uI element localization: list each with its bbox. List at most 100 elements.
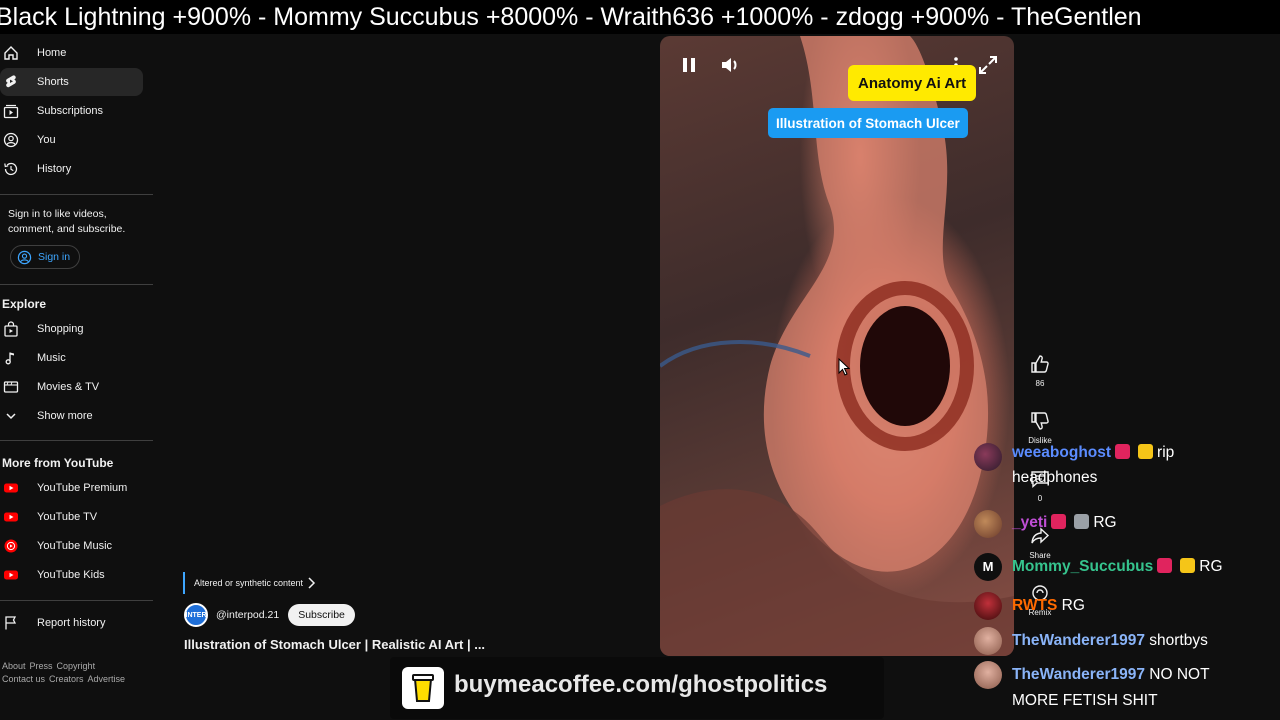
footer-link-creators[interactable]: Creators xyxy=(49,674,84,684)
sidebar-item-shorts[interactable]: Shorts xyxy=(0,68,143,96)
chat-text: RG xyxy=(1061,597,1085,614)
signin-button[interactable]: Sign in xyxy=(10,245,80,269)
sidebar-divider xyxy=(0,284,153,285)
avatar xyxy=(974,661,1002,689)
music-icon xyxy=(5,352,14,365)
thumbs-down-icon xyxy=(1031,412,1049,430)
signin-prompt: Sign in to like videos, comment, and sub… xyxy=(8,208,126,235)
sidebar: Home Shorts Subscriptions You History Si… xyxy=(0,36,160,720)
footer-link-advertise[interactable]: Advertise xyxy=(88,674,126,684)
sidebar-item-label: History xyxy=(37,163,72,175)
donation-url: buymeacoffee.com/ghostpolitics xyxy=(454,671,828,698)
subscriber-badge-icon xyxy=(1115,444,1131,459)
movies-icon xyxy=(3,381,19,393)
volume-icon[interactable] xyxy=(718,53,742,77)
footer-link-contact[interactable]: Contact us xyxy=(2,674,45,684)
shorts-player[interactable]: Anatomy Ai Art Illustration of Stomach U… xyxy=(660,36,1014,656)
thumbs-up-icon xyxy=(1031,355,1049,373)
sidebar-item-youtube-tv[interactable]: YouTube TV xyxy=(0,503,143,531)
sidebar-item-label: Music xyxy=(37,352,66,364)
expand-icon[interactable] xyxy=(976,53,1000,77)
sidebar-item-subscriptions[interactable]: Subscriptions xyxy=(0,97,143,125)
subscriptions-icon xyxy=(3,104,19,119)
avatar xyxy=(974,592,1002,620)
chat-username: weeaboghost xyxy=(1012,444,1112,461)
chat-username: RWTS xyxy=(1012,597,1058,614)
chat-username: _yeti xyxy=(1012,514,1048,531)
avatar xyxy=(974,627,1002,655)
overlay-subtitle: Illustration of Stomach Ulcer xyxy=(768,108,968,138)
sidebar-item-youtube-premium[interactable]: YouTube Premium xyxy=(0,474,143,502)
sidebar-item-youtube-music[interactable]: YouTube Music xyxy=(0,532,143,560)
sidebar-item-you[interactable]: You xyxy=(0,126,143,154)
footer-link-about[interactable]: About xyxy=(2,661,26,671)
chat-text-continued: MORE FETISH SHIT xyxy=(1012,692,1158,709)
sidebar-divider xyxy=(0,440,153,441)
subscriber-badge-icon xyxy=(1157,558,1173,573)
altered-content-label: Altered or synthetic content xyxy=(194,578,304,588)
sidebar-item-label: YouTube Premium xyxy=(37,482,128,494)
member-badge-icon xyxy=(1138,444,1154,459)
sidebar-item-label: YouTube Music xyxy=(37,540,113,552)
ticker-bar: Black Lightning +900% - Mommy Succubus +… xyxy=(0,0,1280,34)
chat-username: Mommy_Succubus xyxy=(1012,558,1154,575)
chat-text: RG xyxy=(1093,514,1117,531)
sidebar-item-home[interactable]: Home xyxy=(0,39,143,67)
overlay-title: Anatomy Ai Art xyxy=(848,65,977,101)
subscribe-button[interactable]: Subscribe xyxy=(288,604,355,626)
home-icon xyxy=(4,46,18,60)
channel-name[interactable]: @interpod.21 xyxy=(216,609,279,621)
sidebar-item-show-more[interactable]: Show more xyxy=(0,402,143,430)
avatar[interactable]: INTER xyxy=(184,603,208,627)
avatar xyxy=(974,443,1002,471)
coffee-cup-icon xyxy=(402,667,444,709)
ticker-text: Black Lightning +900% - Mommy Succubus +… xyxy=(0,3,1142,31)
dislike-button[interactable]: Dislike xyxy=(1024,411,1056,445)
footer-links-row-1: About Press Copyright xyxy=(2,660,152,673)
chevron-down-icon xyxy=(6,413,16,420)
video-title[interactable]: Illustration of Stomach Ulcer | Realisti… xyxy=(184,637,485,652)
history-icon xyxy=(4,162,18,176)
comment-count: 0 xyxy=(1037,494,1043,503)
like-count: 86 xyxy=(1035,379,1045,388)
chat-text: shortbys xyxy=(1149,632,1208,649)
sidebar-item-label: You xyxy=(37,134,56,146)
shorts-icon xyxy=(6,75,16,88)
chat-text: NO NOT xyxy=(1149,666,1210,683)
chat-username: TheWanderer1997 xyxy=(1012,666,1145,683)
sidebar-item-label: Show more xyxy=(37,410,93,422)
chat-text-continued: headphones xyxy=(1012,469,1098,486)
member-badge-icon xyxy=(1180,558,1196,573)
sidebar-divider xyxy=(0,600,153,601)
sidebar-item-label: Shorts xyxy=(37,76,69,88)
channel-row: INTER @interpod.21 Subscribe xyxy=(184,603,355,627)
altered-content-badge[interactable]: Altered or synthetic content xyxy=(183,572,321,594)
chat-text: rip xyxy=(1157,444,1175,461)
youtube-music-icon xyxy=(4,539,18,553)
sidebar-item-history[interactable]: History xyxy=(0,155,143,183)
youtube-premium-icon xyxy=(4,483,18,493)
pause-icon[interactable] xyxy=(677,53,701,77)
footer-links-row-2: Contact us Creators Advertise xyxy=(2,673,152,686)
sidebar-item-shopping[interactable]: Shopping xyxy=(0,315,143,343)
mouse-cursor-icon xyxy=(838,358,850,376)
sidebar-item-music[interactable]: Music xyxy=(0,344,143,372)
sidebar-item-label: YouTube Kids xyxy=(37,569,105,581)
sidebar-item-label: Report history xyxy=(37,617,106,629)
sidebar-item-label: Shopping xyxy=(37,323,84,335)
sidebar-item-movies-tv[interactable]: Movies & TV xyxy=(0,373,143,401)
shopping-icon xyxy=(4,321,18,337)
youtube-tv-icon xyxy=(4,512,18,522)
sidebar-item-label: Subscriptions xyxy=(37,105,104,117)
youtube-kids-icon xyxy=(4,570,18,580)
account-icon xyxy=(17,250,32,265)
explore-heading: Explore xyxy=(2,297,47,311)
sidebar-item-report-history[interactable]: Report history xyxy=(0,609,143,637)
member-badge-icon xyxy=(1074,514,1090,529)
sidebar-item-label: Movies & TV xyxy=(37,381,100,393)
sidebar-item-youtube-kids[interactable]: YouTube Kids xyxy=(0,561,143,589)
flag-icon xyxy=(5,616,17,630)
footer-link-copyright[interactable]: Copyright xyxy=(57,661,96,671)
like-button[interactable]: 86 xyxy=(1024,354,1056,388)
footer-link-press[interactable]: Press xyxy=(30,661,53,671)
